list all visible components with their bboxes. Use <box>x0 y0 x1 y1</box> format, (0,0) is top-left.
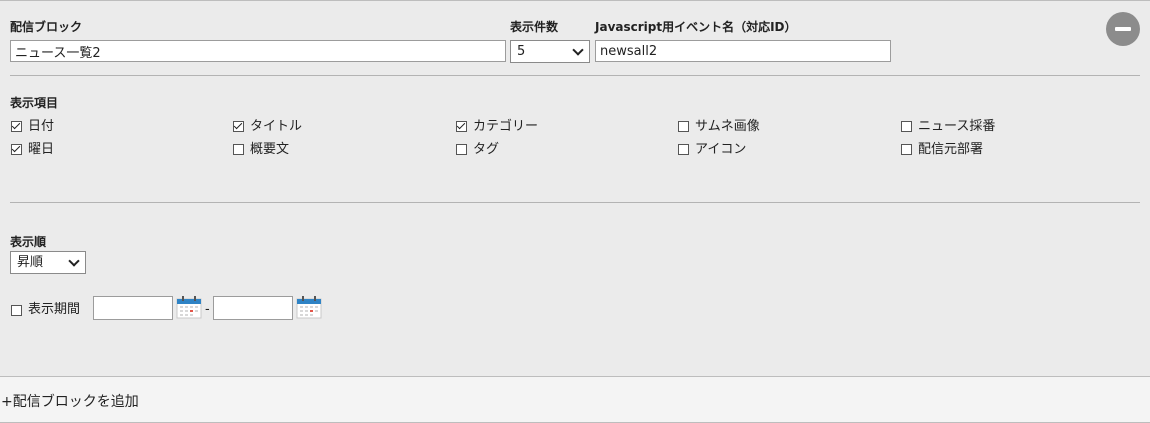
display-item-checkbox[interactable] <box>678 121 689 132</box>
display-item-checkbox[interactable] <box>11 144 22 155</box>
display-item-checkbox[interactable] <box>456 144 467 155</box>
display-items-label: 表示項目 <box>10 96 59 110</box>
add-block-link[interactable]: +配信ブロックを追加 <box>1 391 139 411</box>
block-name-input[interactable] <box>10 40 506 62</box>
display-item-checkbox[interactable] <box>901 121 912 132</box>
count-label: 表示件数 <box>510 20 559 34</box>
order-select[interactable]: 昇順 <box>10 251 86 274</box>
display-item-checkbox[interactable] <box>233 144 244 155</box>
period-start-input[interactable] <box>93 296 173 320</box>
display-item-label: サムネ画像 <box>695 119 760 134</box>
block-name-label: 配信ブロック <box>10 20 83 34</box>
display-item-label: 日付 <box>28 119 55 134</box>
count-select-value: 5 <box>517 44 526 59</box>
chevron-down-icon <box>572 44 584 56</box>
display-item-checkbox[interactable] <box>901 144 912 155</box>
display-item-label: ニュース採番 <box>918 119 996 134</box>
display-item-label: 配信元部署 <box>918 142 984 157</box>
calendar-icon[interactable] <box>176 295 202 319</box>
event-name-input[interactable] <box>595 40 891 62</box>
display-item-label: カテゴリー <box>473 119 539 134</box>
display-item-label: 概要文 <box>250 142 290 157</box>
divider <box>10 202 1140 203</box>
period-separator: - <box>205 302 210 317</box>
calendar-icon[interactable] <box>296 295 322 319</box>
delivery-block-panel: 配信ブロック 表示件数 Javascript用イベント名（対応ID） 5 表示項… <box>0 0 1150 376</box>
display-item-checkbox[interactable] <box>11 121 22 132</box>
display-item-checkbox[interactable] <box>233 121 244 132</box>
remove-block-button[interactable] <box>1106 12 1140 46</box>
order-label: 表示順 <box>10 235 47 249</box>
display-item-label: タイトル <box>250 119 303 134</box>
footer-bar: +配信ブロックを追加 <box>0 376 1150 423</box>
divider <box>10 75 1140 76</box>
period-end-input[interactable] <box>213 296 293 320</box>
event-name-label: Javascript用イベント名（対応ID） <box>595 20 797 34</box>
count-select[interactable]: 5 <box>510 40 590 63</box>
display-item-checkbox[interactable] <box>456 121 467 132</box>
order-select-value: 昇順 <box>17 255 44 270</box>
period-checkbox[interactable] <box>11 305 22 316</box>
period-label: 表示期間 <box>28 302 81 317</box>
display-item-checkbox[interactable] <box>678 144 689 155</box>
display-item-label: アイコン <box>695 142 747 157</box>
display-item-label: タグ <box>473 142 500 157</box>
display-item-label: 曜日 <box>28 142 55 157</box>
chevron-down-icon <box>68 255 80 267</box>
